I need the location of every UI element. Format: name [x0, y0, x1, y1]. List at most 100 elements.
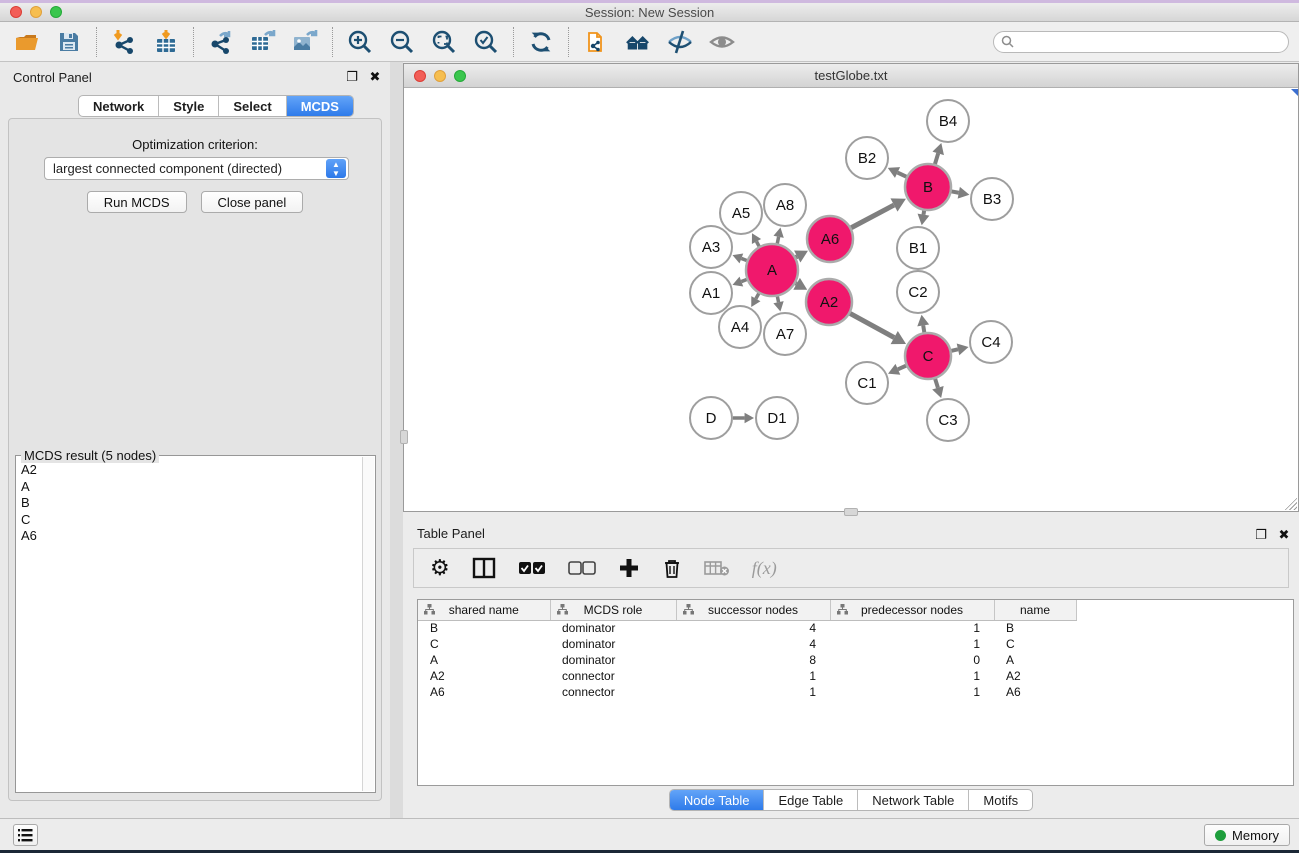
import-table-icon[interactable] [152, 28, 180, 56]
graph-node-B[interactable]: B [905, 164, 951, 210]
graph-edge-C-C1[interactable] [898, 366, 906, 370]
save-session-icon[interactable] [55, 28, 83, 56]
import-network-icon[interactable] [110, 28, 138, 56]
graph-node-A4[interactable]: A4 [719, 306, 761, 348]
graph-node-A3[interactable]: A3 [690, 226, 732, 268]
column-header-mcds-role[interactable]: MCDS role [550, 600, 676, 620]
table-row[interactable]: Cdominator41C [418, 636, 1294, 652]
graph-node-C3[interactable]: C3 [927, 399, 969, 441]
graph-node-A6[interactable]: A6 [807, 216, 853, 262]
resize-grip-icon[interactable] [1285, 498, 1297, 510]
mcds-result-item[interactable]: C [21, 512, 362, 529]
search-input[interactable] [1016, 35, 1288, 49]
graph-node-B4[interactable]: B4 [927, 100, 969, 142]
memory-button[interactable]: Memory [1204, 824, 1290, 846]
mcds-result-item[interactable]: A [21, 479, 362, 496]
graph-node-C[interactable]: C [905, 333, 951, 379]
column-header-predecessor-nodes[interactable]: predecessor nodes [830, 600, 994, 620]
refresh-view-icon[interactable] [527, 28, 555, 56]
network-window-titlebar[interactable]: testGlobe.txt [404, 64, 1298, 88]
graph-node-A2[interactable]: A2 [806, 279, 852, 325]
zoom-selected-icon[interactable] [472, 28, 500, 56]
vertical-divider-handle[interactable] [400, 430, 408, 444]
graph-edge-A-A4[interactable] [756, 294, 759, 299]
tab-mcds[interactable]: MCDS [287, 96, 353, 116]
column-settings-icon[interactable]: ⚙ [430, 555, 450, 581]
graph-edge-A-A3[interactable] [741, 258, 746, 260]
mcds-result-scrollbar[interactable] [362, 457, 374, 791]
network-canvas[interactable]: B4 B2 B B3 A8A5 A6 A3 B1 A A1 C2 A2 A4A7 C4 C C1 C3 D D1 [404, 89, 1298, 511]
export-table-icon[interactable] [249, 28, 277, 56]
tab-network-table[interactable]: Network Table [858, 790, 969, 810]
export-network-icon[interactable] [207, 28, 235, 56]
task-history-button[interactable] [13, 824, 38, 846]
column-header-shared-name[interactable]: shared name [418, 600, 550, 620]
column-header-successor-nodes[interactable]: successor nodes [676, 600, 830, 620]
graph-node-B3[interactable]: B3 [971, 178, 1013, 220]
tab-network[interactable]: Network [79, 96, 159, 116]
open-session-icon[interactable] [13, 28, 41, 56]
graph-edge-A-A7[interactable] [777, 296, 778, 302]
graph-edge-A-A8[interactable] [777, 237, 778, 244]
graph-node-A5[interactable]: A5 [720, 192, 762, 234]
zoom-in-icon[interactable] [346, 28, 374, 56]
graph-edge-B-B2[interactable] [898, 173, 907, 177]
tab-motifs[interactable]: Motifs [969, 790, 1032, 810]
tab-select[interactable]: Select [219, 96, 286, 116]
graph-node-C1[interactable]: C1 [846, 362, 888, 404]
zoom-out-icon[interactable] [388, 28, 416, 56]
mcds-result-item[interactable]: B [21, 495, 362, 512]
graph-edge-C-C2[interactable] [923, 325, 924, 332]
graph-edge-B-B1[interactable] [923, 211, 924, 215]
graph-node-C4[interactable]: C4 [970, 321, 1012, 363]
graph-edge-A-A1[interactable] [741, 280, 746, 282]
graph-node-C2[interactable]: C2 [897, 271, 939, 313]
export-image-icon[interactable] [291, 28, 319, 56]
graph-edge-A2-C[interactable] [850, 313, 894, 337]
graph-node-D[interactable]: D [690, 397, 732, 439]
show-panels-icon[interactable] [708, 28, 736, 56]
close-table-panel-icon[interactable]: ✖ [1277, 527, 1291, 543]
cybrowser-home-icon[interactable] [624, 28, 652, 56]
tab-node-table[interactable]: Node Table [670, 790, 765, 810]
graph-edge-A6-B[interactable] [851, 205, 894, 228]
new-network-from-selection-icon[interactable] [582, 28, 610, 56]
delete-column-icon[interactable] [662, 557, 682, 579]
close-panel-icon[interactable]: ✖ [368, 69, 382, 85]
graph-node-A8[interactable]: A8 [764, 184, 806, 226]
float-panel-icon[interactable]: ❐ [345, 69, 359, 85]
graph-node-B1[interactable]: B1 [897, 227, 939, 269]
run-mcds-button[interactable]: Run MCDS [87, 191, 187, 213]
tab-edge-table[interactable]: Edge Table [764, 790, 858, 810]
graph-node-A7[interactable]: A7 [764, 313, 806, 355]
criterion-dropdown[interactable]: largest connected component (directed) ▲… [44, 157, 349, 180]
graph-node-A[interactable]: A [746, 244, 798, 296]
horizontal-divider-handle[interactable] [844, 508, 858, 516]
graph-node-A1[interactable]: A1 [690, 272, 732, 314]
graph-edge-C-C3[interactable] [935, 379, 938, 388]
table-row[interactable]: Adominator80A [418, 652, 1294, 668]
close-panel-button[interactable]: Close panel [201, 191, 304, 213]
add-column-icon[interactable] [618, 557, 640, 579]
hide-panels-icon[interactable] [666, 28, 694, 56]
graph-node-D1[interactable]: D1 [756, 397, 798, 439]
graph-edge-B-B3[interactable] [952, 191, 959, 192]
graph-edge-A-A5[interactable] [757, 242, 760, 247]
unselect-all-columns-icon[interactable] [568, 559, 596, 577]
table-row[interactable]: A2connector11A2 [418, 668, 1294, 684]
network-graph[interactable]: B4 B2 B B3 A8A5 A6 A3 B1 A A1 C2 A2 A4A7 C4 C C1 C3 D D1 [404, 89, 1298, 511]
select-all-columns-icon[interactable] [518, 559, 546, 577]
graph-edge-C-C4[interactable] [951, 349, 958, 350]
mcds-result-item[interactable]: A6 [21, 528, 362, 545]
column-header-name[interactable]: name [994, 600, 1076, 620]
table-row[interactable]: Bdominator41B [418, 620, 1294, 636]
mcds-result-item[interactable]: A2 [21, 462, 362, 479]
float-table-panel-icon[interactable]: ❐ [1254, 527, 1268, 543]
tab-style[interactable]: Style [159, 96, 219, 116]
toolbar-search-field[interactable] [993, 31, 1289, 53]
graph-node-B2[interactable]: B2 [846, 137, 888, 179]
graph-edge-B-B4[interactable] [935, 153, 938, 164]
zoom-fit-icon[interactable] [430, 28, 458, 56]
show-column-selector-icon[interactable] [472, 557, 496, 579]
table-row[interactable]: A6connector11A6 [418, 684, 1294, 700]
